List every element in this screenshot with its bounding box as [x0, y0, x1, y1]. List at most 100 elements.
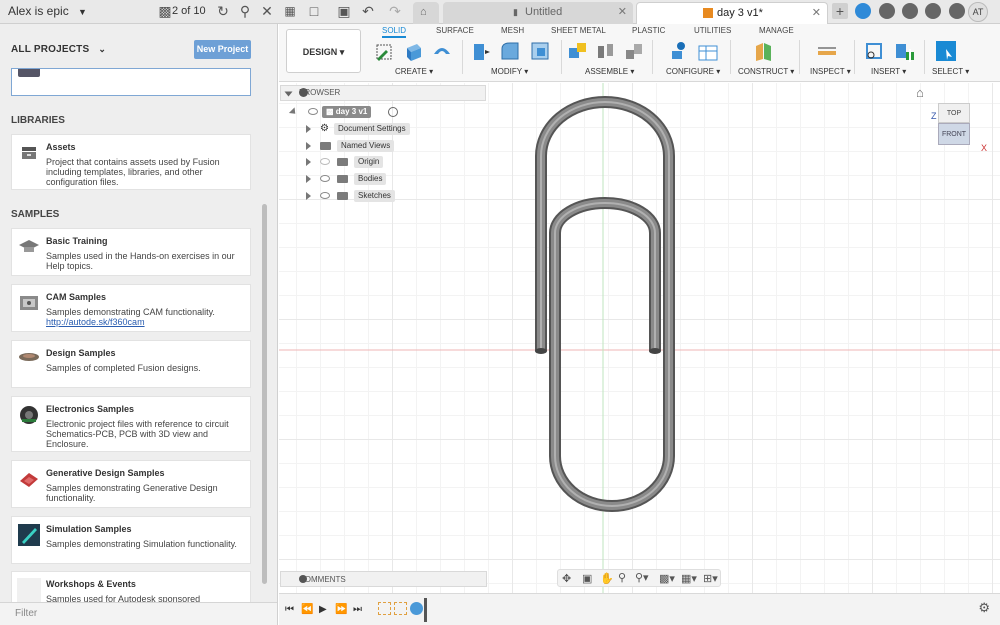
project-list[interactable] [11, 68, 251, 96]
close-tab-icon[interactable]: ✕ [812, 3, 821, 23]
new-component-icon[interactable] [567, 40, 589, 62]
extensions-icon[interactable] [855, 3, 871, 19]
search-icon[interactable]: ⚲ [237, 3, 253, 19]
cam-samples-link[interactable]: http://autode.sk/f360cam [46, 317, 145, 327]
zoom-window-icon[interactable]: ⚲▾ [635, 571, 649, 584]
save-icon[interactable]: ▣ [336, 3, 352, 19]
sample-card-simulation[interactable]: Simulation Samples Samples demonstrating… [11, 516, 251, 564]
sample-card-workshops[interactable]: Workshops & Events Samples used for Auto… [11, 571, 251, 605]
close-tab-icon[interactable]: ✕ [618, 2, 627, 22]
go-to-start-icon[interactable]: ⏮ [285, 604, 294, 615]
create-sketch-icon[interactable] [374, 40, 396, 62]
grid-icon[interactable]: ▦ [282, 3, 298, 19]
tab-utilities[interactable]: UTILITIES [694, 26, 731, 35]
tab-surface[interactable]: SURFACE [436, 26, 474, 35]
sample-card-design[interactable]: Design Samples Samples of completed Fusi… [11, 340, 251, 388]
offset-plane-icon[interactable] [753, 40, 775, 62]
pan-icon[interactable]: ✋ [600, 572, 614, 585]
browser-row-bodies[interactable]: Bodies [304, 173, 454, 185]
bell-icon[interactable] [925, 3, 941, 19]
select-icon[interactable] [935, 40, 957, 62]
tab-sheet-metal[interactable]: SHEET METAL [551, 26, 606, 35]
configuration-table-icon[interactable] [697, 40, 719, 62]
viewports-icon[interactable]: ⊞▾ [703, 572, 718, 585]
browser-root-row[interactable]: ▩ day 3 v1 [288, 106, 491, 118]
expand-icon[interactable] [306, 125, 311, 133]
tab-day3[interactable]: day 3 v1* ✕ [636, 2, 828, 24]
new-project-button[interactable]: New Project [194, 40, 251, 59]
shell-icon[interactable] [529, 40, 551, 62]
sample-card-basic-training[interactable]: Basic Training Samples used in the Hands… [11, 228, 251, 276]
paperclip-body[interactable] [535, 96, 675, 512]
grid-settings-icon[interactable]: ▦▾ [681, 572, 697, 585]
expand-icon[interactable] [288, 107, 299, 117]
job-status-icon[interactable] [902, 3, 918, 19]
browser-row-origin[interactable]: Origin [304, 156, 454, 168]
tab-untitled[interactable]: ▮ Untitled ✕ [443, 2, 633, 24]
eye-icon[interactable] [320, 175, 330, 182]
assemble-menu[interactable]: ASSEMBLE ▾ [585, 67, 634, 76]
joint-icon[interactable] [595, 40, 617, 62]
timeline-sketch-feature-icon[interactable] [378, 602, 391, 615]
all-projects-header[interactable]: ALL PROJECTS ⌄ [11, 44, 106, 55]
eye-icon[interactable] [320, 192, 330, 199]
insert-mesh-icon[interactable] [893, 40, 915, 62]
timeline-marker[interactable] [424, 598, 427, 622]
collapse-arrow-icon[interactable] [284, 91, 293, 97]
sample-card-generative[interactable]: Generative Design Samples Samples demons… [11, 460, 251, 508]
configure-menu[interactable]: CONFIGURE ▾ [666, 67, 720, 76]
sample-card-cam[interactable]: CAM Samples Samples demonstrating CAM fu… [11, 284, 251, 332]
redo-icon[interactable]: ↷ [387, 3, 403, 19]
filter-input[interactable]: Filter [0, 602, 277, 625]
home-view-icon[interactable]: ⌂ [916, 85, 924, 100]
tab-solid[interactable]: SOLID [382, 26, 407, 38]
timeline-sketch-feature-icon[interactable] [394, 602, 407, 615]
expand-icon[interactable] [306, 158, 311, 166]
panel-scrollbar[interactable] [262, 204, 267, 584]
undo-icon[interactable]: ↶ [360, 3, 376, 19]
motion-link-icon[interactable] [623, 40, 645, 62]
fillet-icon[interactable] [499, 40, 521, 62]
construct-menu[interactable]: CONSTRUCT ▾ [738, 67, 794, 76]
orbit-icon[interactable]: ✥ [562, 572, 571, 585]
viewcube[interactable]: TOP FRONT [934, 101, 974, 147]
look-at-icon[interactable]: ▣ [582, 572, 592, 585]
expand-icon[interactable] [306, 142, 311, 150]
create-menu[interactable]: CREATE ▾ [395, 67, 433, 76]
tab-mesh[interactable]: MESH [501, 26, 524, 35]
tab-home[interactable]: ⌂ [413, 2, 439, 24]
viewcube-front[interactable]: FRONT [938, 123, 970, 145]
zoom-icon[interactable]: ⚲ [618, 571, 626, 584]
timeline-sweep-feature-icon[interactable] [410, 602, 423, 615]
insert-derive-icon[interactable] [863, 40, 885, 62]
press-pull-icon[interactable] [469, 40, 491, 62]
add-comment-icon[interactable] [299, 575, 307, 583]
tab-manage[interactable]: MANAGE [759, 26, 794, 35]
browser-header[interactable]: BROWSER [280, 85, 486, 101]
browser-row-named-views[interactable]: Named Views [304, 140, 454, 152]
design-workspace-button[interactable]: DESIGN ▾ [286, 29, 361, 73]
browser-row-sketches[interactable]: Sketches [304, 190, 454, 202]
extrude-icon[interactable] [403, 40, 425, 62]
play-icon[interactable]: ▶ [319, 604, 327, 615]
library-card-assets[interactable]: Assets Project that contains assets used… [11, 134, 251, 190]
expand-icon[interactable] [306, 192, 311, 200]
display-settings-icon[interactable]: ▩▾ [659, 572, 675, 585]
refresh-icon[interactable]: ↻ [215, 3, 231, 19]
avatar[interactable]: AT [968, 2, 988, 22]
new-tab-icon[interactable]: + [832, 3, 848, 19]
notifications-icon[interactable] [879, 3, 895, 19]
revolve-icon[interactable] [431, 40, 453, 62]
browser-row-document-settings[interactable]: ⚙ Document Settings [304, 123, 454, 135]
user-menu-button[interactable]: Alex is epic ▼ [8, 4, 87, 18]
measure-icon[interactable] [816, 40, 838, 62]
modify-menu[interactable]: MODIFY ▾ [491, 67, 528, 76]
select-menu[interactable]: SELECT ▾ [932, 67, 969, 76]
activate-radio-icon[interactable] [388, 107, 398, 117]
expand-icon[interactable] [306, 175, 311, 183]
step-back-icon[interactable]: ⏪ [301, 604, 313, 615]
viewcube-top[interactable]: TOP [938, 103, 970, 123]
comments-panel-header[interactable]: COMMENTS [280, 571, 487, 587]
step-forward-icon[interactable]: ⏩ [335, 604, 347, 615]
tab-plastic[interactable]: PLASTIC [632, 26, 665, 35]
